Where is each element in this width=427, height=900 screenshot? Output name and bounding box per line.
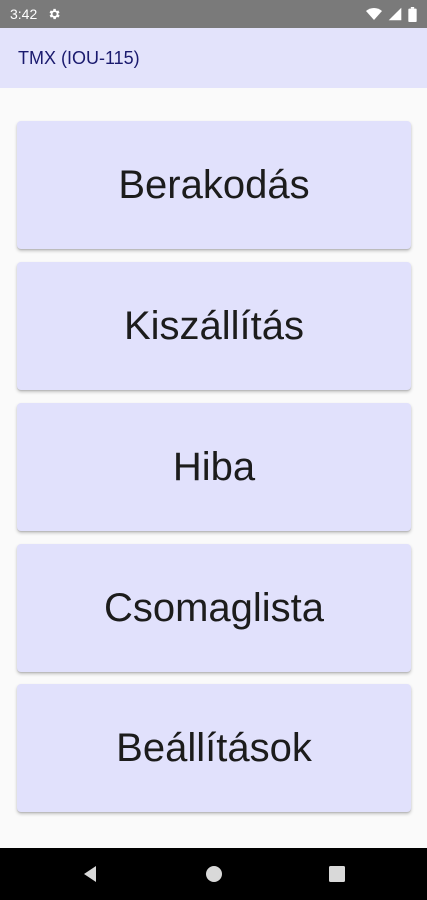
status-time: 3:42 [10,6,38,22]
wifi-icon [366,7,382,21]
app-title: TMX (IOU-115) [18,47,140,68]
csomaglista-button[interactable]: Csomaglista [17,544,411,672]
back-icon[interactable] [79,862,103,886]
main-content: Berakodás Kiszállítás Hiba Csomaglista B… [0,88,427,848]
settings-gear-icon [47,7,61,21]
status-bar: 3:42 [0,0,427,28]
cellular-signal-icon [388,7,402,21]
beallitasok-button[interactable]: Beállítások [17,684,411,812]
battery-icon [408,6,417,22]
recents-icon[interactable] [325,862,349,886]
home-icon[interactable] [202,862,226,886]
status-right [366,6,417,22]
kiszallitas-button[interactable]: Kiszállítás [17,262,411,390]
status-left: 3:42 [10,6,61,22]
berakodas-button[interactable]: Berakodás [17,121,411,249]
navigation-bar [0,848,427,900]
app-bar: TMX (IOU-115) [0,28,427,88]
hiba-button[interactable]: Hiba [17,403,411,531]
